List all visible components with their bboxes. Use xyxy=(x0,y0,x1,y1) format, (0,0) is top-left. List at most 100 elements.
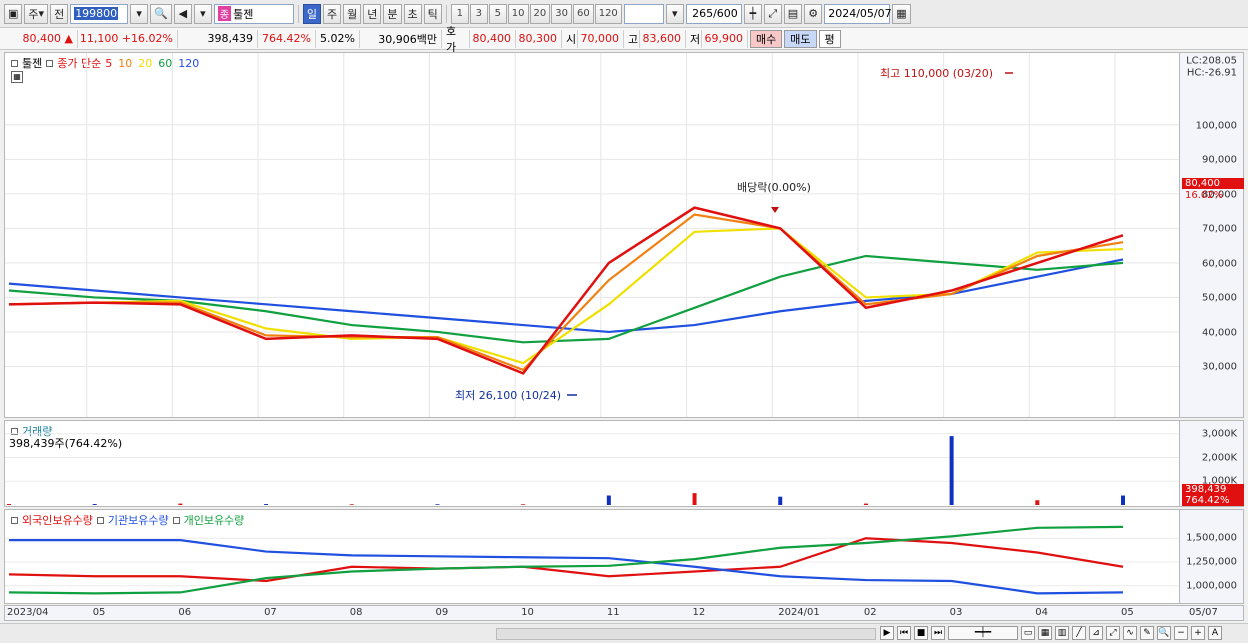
draw-tool-icon[interactable]: ⤢ xyxy=(763,3,782,24)
date-tick-label: 05/07 xyxy=(1189,607,1218,618)
zoom-out-icon[interactable]: − xyxy=(1174,626,1188,640)
period-tab[interactable]: 일 xyxy=(302,3,322,24)
volume-bar xyxy=(178,503,183,505)
date-axis: 2023/04 05 06 07 08 09 10 11 12 2024/01 02 03 04 05 05… xyxy=(4,605,1244,621)
period-tab[interactable]: 월 xyxy=(343,3,362,24)
count-input[interactable]: 265/600 xyxy=(685,3,742,24)
interval-tab[interactable]: 30 xyxy=(551,3,572,24)
ma-line-10 xyxy=(8,213,1124,372)
volume-bar xyxy=(949,436,954,505)
volume-bar xyxy=(863,503,868,505)
cycle-tool-icon[interactable]: ∿ xyxy=(1123,626,1137,640)
date-input[interactable]: 2024/05/07 xyxy=(824,3,892,24)
y-tick-label: 40,000 xyxy=(1202,327,1237,339)
volume-chart xyxy=(5,433,1179,505)
line-tool-icon[interactable]: ╱ xyxy=(1072,626,1086,640)
period-tab[interactable]: 초 xyxy=(403,3,422,24)
search-icon[interactable]: 🔍 xyxy=(150,3,172,24)
volume-bar xyxy=(349,504,354,505)
interval-tab[interactable]: 5 xyxy=(488,3,507,24)
volume-pct: 764.42% xyxy=(258,29,316,48)
price-panel[interactable]: 툴젠 종가 단순 5 10 20 60 120 ▦ 최고 110,000 (03/20)… xyxy=(4,52,1180,418)
calendar-icon[interactable]: ▦ xyxy=(892,3,911,24)
chart-type-icon[interactable]: ▥ xyxy=(1055,626,1069,640)
count-value: 265 xyxy=(692,7,714,20)
turnover-pct: 5.02% xyxy=(316,29,360,48)
save-icon[interactable]: ▤ xyxy=(783,3,803,24)
ma-line-20 xyxy=(8,227,1124,365)
rewind-icon[interactable]: ⏮ xyxy=(897,626,911,640)
interval-tabs: 1 3 5 10 20 30 60 120 xyxy=(450,3,622,24)
horizontal-scrollbar[interactable] xyxy=(496,628,876,640)
date-tick-label: 04 xyxy=(1035,607,1049,618)
date-tick-label: 11 xyxy=(606,607,620,618)
date-value: 2024/05/07 xyxy=(828,7,892,20)
sell-button[interactable]: 매도 xyxy=(784,29,817,48)
auto-scale-icon[interactable]: A xyxy=(1208,626,1222,640)
interval-dropdown-icon[interactable]: ▾ xyxy=(665,3,684,24)
jeon-button[interactable]: 전 xyxy=(50,3,69,24)
type-select[interactable]: 주 ▾ xyxy=(24,3,49,24)
volume-panel[interactable]: 거래량 398,439주(764.42%) xyxy=(4,420,1180,507)
volume-value-tag: 398,439 xyxy=(1182,484,1244,495)
y-tick-label: 2,000K xyxy=(1201,452,1237,463)
window-menu-icon[interactable]: ▣ xyxy=(4,3,23,24)
period-tab[interactable]: 주 xyxy=(323,3,342,24)
y-tick-label: 90,000 xyxy=(1202,154,1237,166)
text-tool-icon[interactable]: ✎ xyxy=(1140,626,1154,640)
volume-bar xyxy=(778,496,783,505)
settings-gear-icon[interactable]: ⚙ xyxy=(804,3,823,24)
date-tick-label: 05 xyxy=(92,607,106,618)
separator xyxy=(445,4,447,23)
holding-panel[interactable]: 외국인보유수량 기관보유수량 개인보유수량 xyxy=(4,509,1180,604)
play-icon[interactable]: ▶ xyxy=(880,626,894,640)
interval-custom-input[interactable] xyxy=(623,3,664,24)
hoga-label: 호가 xyxy=(442,25,470,54)
trend-tool-icon[interactable]: ⤢ xyxy=(1106,626,1120,640)
holding-chart xyxy=(5,525,1179,595)
current-price: 80,400 ▲ xyxy=(4,29,78,48)
eval-button[interactable]: 평 xyxy=(818,29,841,48)
period-tab[interactable]: 년 xyxy=(363,3,382,24)
volume-bar xyxy=(606,495,611,505)
price-chart: 최고 110,000 (03/20) 최저 26,100 (10/24) 배당락(0… xyxy=(5,53,1179,417)
current-pct-tag: 16.02% xyxy=(1185,190,1224,201)
zoom-in-icon[interactable]: + xyxy=(1191,626,1205,640)
interval-tab[interactable]: 20 xyxy=(529,3,551,24)
type-label: 주 xyxy=(28,7,39,21)
date-tick-label: 07 xyxy=(264,607,277,618)
zoom-icon[interactable]: 🔍 xyxy=(1157,626,1171,640)
low-label: 저 xyxy=(686,29,702,48)
y-tick-label: 3,000K xyxy=(1201,428,1237,440)
candle-type-icon[interactable]: ┿ xyxy=(743,3,762,24)
interval-tab[interactable]: 3 xyxy=(469,3,488,24)
code-dropdown-icon[interactable]: ▾ xyxy=(130,3,149,24)
high-annotation: 최고 110,000 (03/20) xyxy=(880,67,993,80)
grid-icon[interactable]: ▦ xyxy=(1038,626,1052,640)
open-label: 시 xyxy=(562,29,578,48)
low-price: 69,900 xyxy=(702,29,748,48)
fib-tool-icon[interactable]: ⊿ xyxy=(1089,626,1103,640)
period-tab[interactable]: 틱 xyxy=(423,3,442,24)
stock-name-field[interactable]: 종 툴젠 xyxy=(213,3,294,24)
stock-code-input[interactable]: 199800 xyxy=(70,3,129,24)
fit-icon[interactable]: ▭ xyxy=(1021,626,1035,640)
volume-bar xyxy=(1035,500,1040,505)
buy-button[interactable]: 매수 xyxy=(750,29,783,48)
period-tab[interactable]: 분 xyxy=(383,3,402,24)
interval-tab[interactable]: 60 xyxy=(572,3,594,24)
fast-forward-icon[interactable]: ⏭ xyxy=(931,626,945,640)
ma-line-120 xyxy=(8,258,1124,334)
open-price: 70,000 xyxy=(578,29,624,48)
sound-icon[interactable]: ◀ xyxy=(173,3,192,24)
interval-tab[interactable]: 10 xyxy=(507,3,529,24)
volume-bar xyxy=(521,504,526,505)
y-tick-label: 50,000 xyxy=(1202,292,1237,304)
count-total: /600 xyxy=(713,7,738,20)
name-badge: 종 xyxy=(217,6,232,21)
stop-icon[interactable]: ■ xyxy=(914,626,928,640)
sound-dropdown-icon[interactable]: ▾ xyxy=(193,3,212,24)
interval-tab[interactable]: 1 xyxy=(450,3,469,24)
zoom-slider-icon[interactable]: ━┿━ xyxy=(948,626,1018,640)
interval-tab[interactable]: 120 xyxy=(594,3,622,24)
